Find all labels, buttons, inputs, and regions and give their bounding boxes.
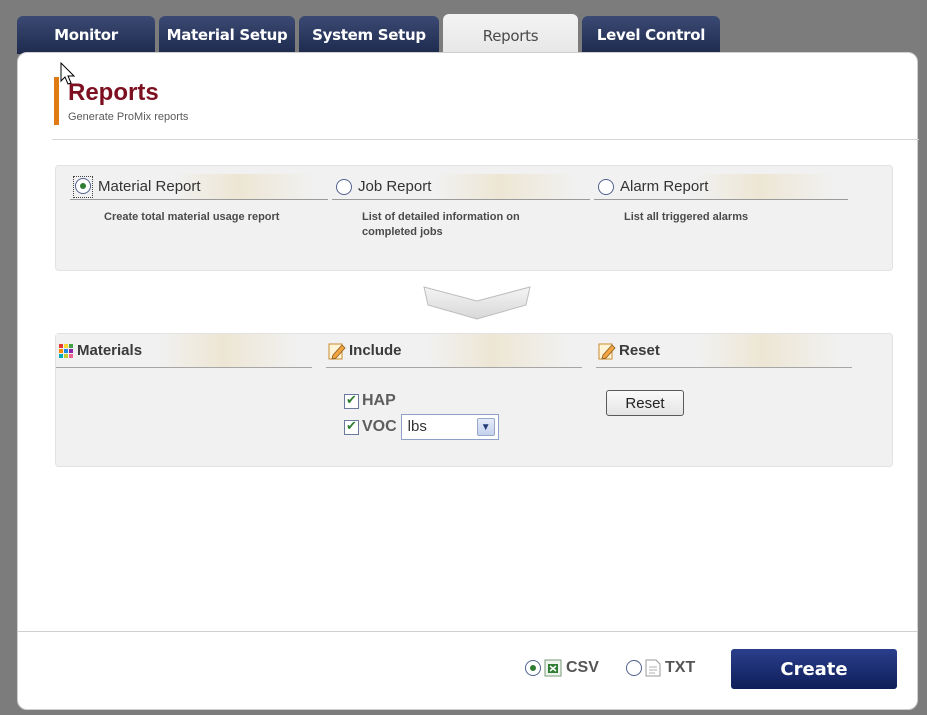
tab-bar: Monitor Material Setup System Setup Repo…	[0, 0, 927, 58]
reset-section: Reset Reset	[596, 334, 852, 466]
csv-option[interactable]: CSV	[525, 659, 599, 677]
voc-checkbox[interactable]	[344, 418, 359, 435]
material-report-description: Create total material usage report	[104, 211, 280, 223]
chevron-down-icon[interactable]: ▼	[476, 418, 495, 436]
material-report-option[interactable]: Material Report Create total material us…	[70, 174, 328, 225]
csv-label: CSV	[566, 659, 599, 676]
reset-title: Reset	[619, 342, 660, 359]
tab-system-setup[interactable]: System Setup	[299, 16, 439, 54]
pencil-note-icon	[598, 343, 616, 360]
include-section: Include HAP VOC lbs ▼	[326, 334, 582, 466]
voc-label: VOC	[362, 418, 397, 435]
header-accent-bar	[54, 77, 59, 125]
page-subtitle: Generate ProMix reports	[68, 111, 189, 123]
page-title: Reports	[68, 79, 159, 106]
include-header: Include	[326, 334, 582, 368]
alarm-report-description: List all triggered alarms	[624, 211, 749, 223]
alarm-report-option[interactable]: Alarm Report List all triggered alarms	[594, 174, 848, 225]
hap-checkbox[interactable]	[344, 392, 359, 409]
reset-header: Reset	[596, 334, 852, 368]
tab-material-setup[interactable]: Material Setup	[159, 16, 295, 54]
txt-radio[interactable]	[626, 660, 642, 676]
reset-button[interactable]: Reset	[606, 390, 684, 416]
materials-section: Materials	[56, 334, 312, 466]
mouse-cursor-icon	[60, 62, 76, 85]
material-report-radio[interactable]	[75, 178, 91, 195]
focus-outline	[73, 175, 93, 198]
chevron-down-icon	[423, 286, 531, 320]
csv-radio[interactable]	[525, 660, 541, 676]
unit-select-value: lbs	[407, 418, 427, 435]
hap-option[interactable]: HAP	[344, 392, 396, 410]
spreadsheet-icon	[544, 659, 562, 677]
grid-icon	[59, 343, 73, 358]
materials-title: Materials	[77, 342, 143, 359]
hap-label: HAP	[362, 392, 396, 409]
alarm-report-label: Alarm Report	[620, 178, 709, 195]
create-button[interactable]: Create	[731, 649, 897, 689]
txt-option[interactable]: TXT	[626, 659, 695, 677]
header-divider	[52, 139, 919, 140]
document-icon	[645, 659, 661, 677]
footer-divider	[18, 631, 918, 632]
txt-label: TXT	[665, 659, 696, 676]
tab-monitor[interactable]: Monitor	[17, 16, 155, 54]
report-type-box: Material Report Create total material us…	[55, 165, 893, 271]
job-report-description: List of detailed information on complete…	[362, 211, 520, 238]
pencil-note-icon	[328, 343, 346, 360]
unit-select[interactable]: lbs ▼	[400, 414, 499, 440]
voc-option[interactable]: VOC lbs ▼	[344, 414, 499, 440]
reports-panel: Reports Generate ProMix reports Material…	[17, 52, 919, 710]
job-report-radio[interactable]	[336, 178, 352, 195]
tab-level-control[interactable]: Level Control	[582, 16, 720, 54]
material-report-label: Material Report	[98, 178, 201, 195]
alarm-report-radio[interactable]	[598, 178, 614, 195]
include-title: Include	[349, 342, 402, 359]
job-report-option[interactable]: Job Report List of detailed information …	[332, 174, 590, 240]
job-report-label: Job Report	[358, 178, 432, 195]
materials-header: Materials	[56, 334, 312, 368]
report-options-box: Materials Include HAP VOC lbs ▼	[55, 333, 893, 467]
